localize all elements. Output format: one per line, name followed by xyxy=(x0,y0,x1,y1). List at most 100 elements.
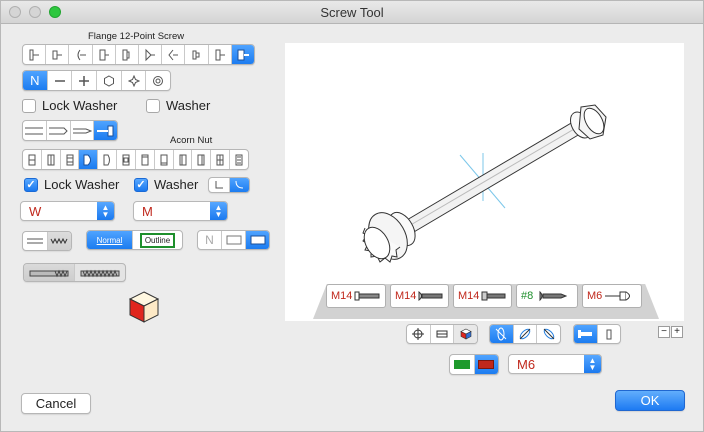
thread-standard-right-popup[interactable]: M ▲ ▼ xyxy=(133,201,228,221)
checkbox-box-checked[interactable]: ✓ xyxy=(24,177,38,192)
frame-filled-option[interactable] xyxy=(246,231,269,249)
popup-arrows-icon: ▲ ▼ xyxy=(97,202,114,220)
drive-type-hex[interactable] xyxy=(97,71,122,90)
orientation-selector[interactable] xyxy=(573,324,621,344)
rotation-axis-option-1[interactable] xyxy=(490,325,514,343)
screw-head-option-1[interactable] xyxy=(23,45,47,64)
shank-style-option-4[interactable] xyxy=(94,121,117,140)
nut-icon xyxy=(235,154,243,165)
titlebar: Screw Tool xyxy=(1,1,703,24)
drive-type-spline[interactable] xyxy=(146,71,170,90)
screw-head-option-7[interactable] xyxy=(162,45,186,64)
nut-type-option-11[interactable] xyxy=(211,150,231,169)
frame-style-selector[interactable]: N xyxy=(197,230,270,250)
corner-round-option[interactable] xyxy=(229,178,249,192)
ok-button[interactable]: OK xyxy=(615,390,685,411)
thread-wavy-option[interactable] xyxy=(47,232,71,250)
box-frame-icon xyxy=(226,235,241,245)
color-cube-icon[interactable] xyxy=(127,290,161,324)
rotation-axis-selector[interactable] xyxy=(489,324,561,344)
shank-style-option-1[interactable] xyxy=(23,121,47,140)
nut-type-selector[interactable] xyxy=(22,149,249,170)
flange-label: Flange 12-Point Screw xyxy=(88,31,185,42)
thread-standard-left-value: W xyxy=(29,203,42,219)
screw-head-option-4[interactable] xyxy=(93,45,116,64)
drive-type-none[interactable]: N xyxy=(23,71,48,90)
rotation-axis-option-2[interactable] xyxy=(514,325,538,343)
screw-preview-canvas[interactable] xyxy=(285,43,684,321)
nut-type-option-8[interactable] xyxy=(155,150,174,169)
color-red-option[interactable] xyxy=(474,355,498,374)
render-outline-option[interactable]: Outline xyxy=(133,231,182,249)
nut-type-option-1[interactable] xyxy=(23,150,42,169)
render-normal-option[interactable]: Normal xyxy=(87,231,133,249)
thread-display-selector[interactable] xyxy=(22,231,72,251)
nut-type-option-12[interactable] xyxy=(230,150,248,169)
full-thread-option[interactable] xyxy=(75,264,125,281)
thread-length-selector[interactable] xyxy=(23,263,126,282)
screw-head-selector[interactable] xyxy=(22,44,255,65)
color-green-option[interactable] xyxy=(450,355,475,374)
preset-chip[interactable]: M14 xyxy=(453,284,512,308)
nut-type-acorn[interactable] xyxy=(79,150,99,169)
screw-head-icon xyxy=(99,49,109,60)
nut-type-option-7[interactable] xyxy=(136,150,155,169)
checkbox-box-checked[interactable]: ✓ xyxy=(134,177,148,192)
shank-style-option-2[interactable] xyxy=(47,121,71,140)
flange-screw-icon xyxy=(354,291,380,301)
dimension-icon xyxy=(436,330,448,338)
zoom-in-button[interactable]: + xyxy=(671,326,683,338)
orientation-vertical-option[interactable] xyxy=(598,325,621,343)
preset-chip[interactable]: M14 xyxy=(326,284,386,308)
nut-type-option-3[interactable] xyxy=(61,150,80,169)
preset-chip[interactable]: #8 xyxy=(516,284,578,308)
washer-checkbox-1[interactable]: Washer xyxy=(146,98,210,113)
view-mode-selector[interactable] xyxy=(406,324,478,344)
view-dimension-option[interactable] xyxy=(431,325,455,343)
thread-standard-left-popup[interactable]: W ▲ ▼ xyxy=(20,201,115,221)
view-3d-option[interactable] xyxy=(454,325,477,343)
nut-icon xyxy=(160,154,168,165)
screw-head-option-2[interactable] xyxy=(46,45,70,64)
frame-none-option[interactable]: N xyxy=(198,231,222,249)
checkbox-box[interactable] xyxy=(22,98,36,113)
size-popup[interactable]: M6 ▲ ▼ xyxy=(508,354,602,374)
screw-head-option-8[interactable] xyxy=(185,45,209,64)
render-style-selector[interactable]: Normal Outline xyxy=(86,230,183,250)
screw-head-option-5[interactable] xyxy=(116,45,140,64)
drive-type-selector[interactable]: N xyxy=(22,70,171,91)
nut-type-option-5[interactable] xyxy=(98,150,118,169)
nut-type-option-6[interactable] xyxy=(117,150,136,169)
screw-head-option-9[interactable] xyxy=(209,45,232,64)
screw-head-option-3[interactable] xyxy=(69,45,93,64)
washer-checkbox-2[interactable]: ✓ Washer xyxy=(134,177,198,192)
drive-type-torx[interactable] xyxy=(122,71,147,90)
corner-square-option[interactable] xyxy=(209,178,230,192)
thread-plain-option[interactable] xyxy=(23,232,48,250)
nut-type-option-9[interactable] xyxy=(174,150,193,169)
nut-type-option-10[interactable] xyxy=(192,150,212,169)
corner-style-selector[interactable] xyxy=(208,177,250,193)
partial-thread-option[interactable] xyxy=(24,264,75,281)
rotation-axis-option-3[interactable] xyxy=(537,325,560,343)
screw-head-option-flange-12-point[interactable] xyxy=(231,45,254,64)
lock-washer-checkbox-1[interactable]: Lock Washer xyxy=(22,98,117,113)
orientation-horizontal-option[interactable] xyxy=(574,325,598,343)
nut-icon xyxy=(103,154,111,165)
frame-box-option[interactable] xyxy=(222,231,246,249)
lock-washer-checkbox-2[interactable]: ✓ Lock Washer xyxy=(24,177,119,192)
view-crosshair-option[interactable] xyxy=(407,325,431,343)
cancel-button[interactable]: Cancel xyxy=(21,393,91,414)
checkbox-box[interactable] xyxy=(146,98,160,113)
popup-arrows-icon: ▲ ▼ xyxy=(210,202,227,220)
shank-style-selector[interactable] xyxy=(22,120,118,141)
drive-type-slot[interactable] xyxy=(48,71,73,90)
color-swatch-selector[interactable] xyxy=(449,354,499,375)
zoom-out-button[interactable]: − xyxy=(658,326,670,338)
drive-type-phillips[interactable] xyxy=(72,71,98,90)
screw-head-option-6[interactable] xyxy=(139,45,163,64)
shank-style-option-3[interactable] xyxy=(71,121,95,140)
nut-type-option-2[interactable] xyxy=(42,150,61,169)
preset-chip[interactable]: M14 xyxy=(390,284,449,308)
preset-chip[interactable]: M6 xyxy=(582,284,642,308)
